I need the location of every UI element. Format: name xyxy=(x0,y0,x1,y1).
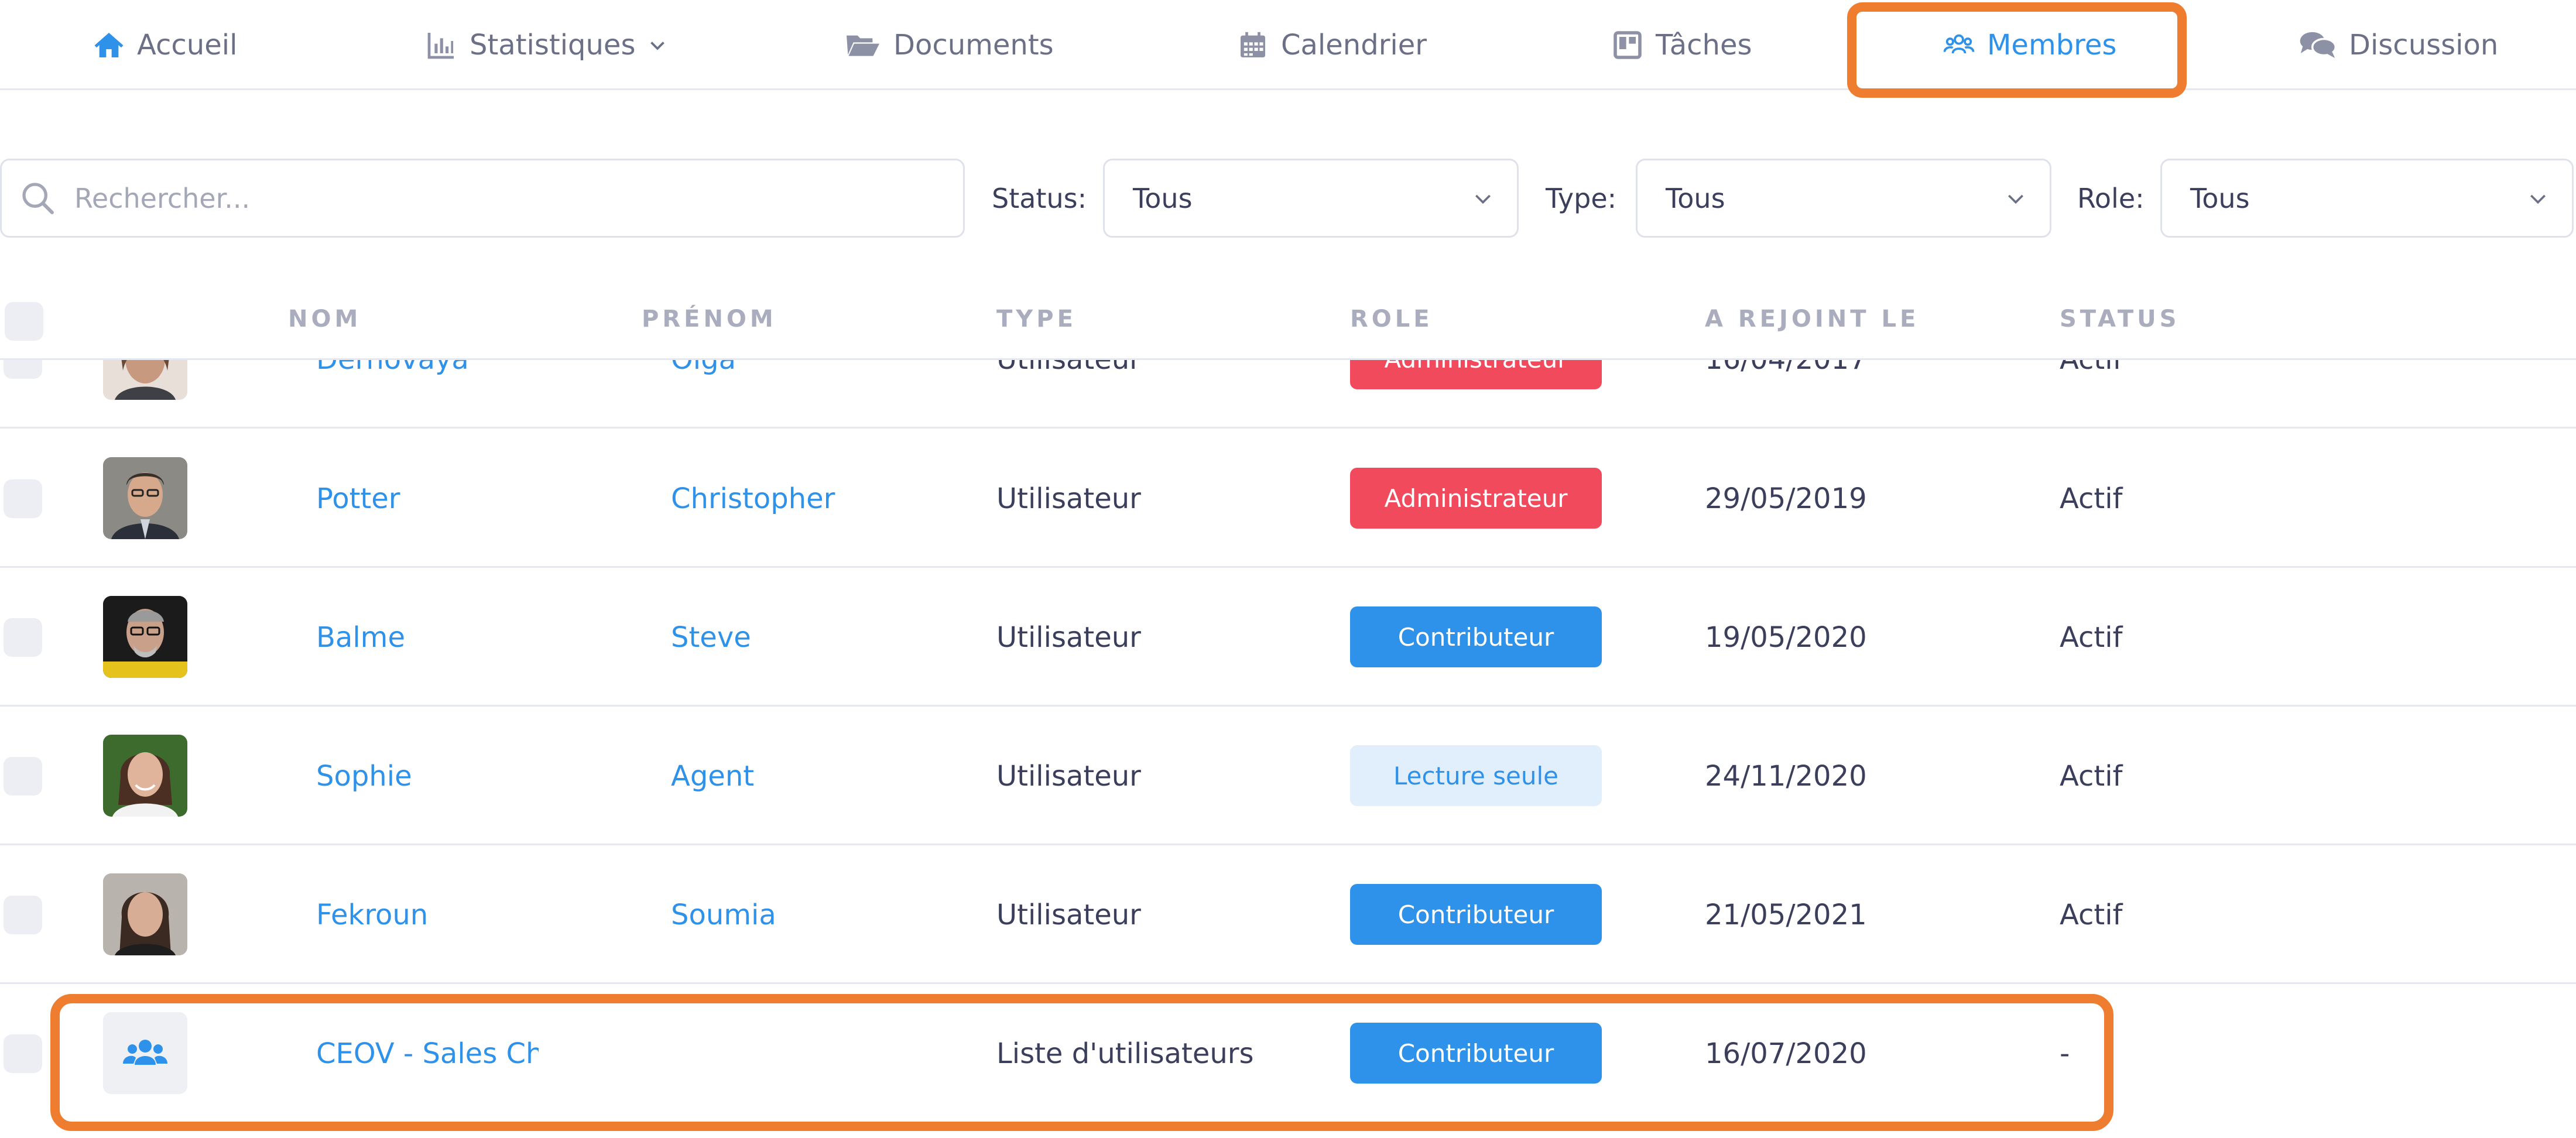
member-joined-date: 16/04/2017 xyxy=(1705,360,1867,429)
tab-label: Statistiques xyxy=(470,29,636,61)
status-filter-label: Status: xyxy=(992,182,1087,214)
tab-accueil[interactable]: Accueil xyxy=(93,0,237,90)
bar-chart-icon xyxy=(425,29,458,61)
group-row-highlight xyxy=(50,994,2113,1131)
tab-discussion[interactable]: Discussion xyxy=(2298,0,2498,90)
header-nom[interactable]: NOM xyxy=(288,287,361,351)
table-header: NOM PRÉNOM TYPE ROLE A REJOINT LE STATUS xyxy=(0,287,2576,360)
member-type: Utilisateur xyxy=(996,759,1141,793)
status-select-value: Tous xyxy=(1133,182,1193,214)
member-status: Actif xyxy=(2060,482,2123,515)
member-type: Utilisateur xyxy=(996,621,1141,654)
member-firstname[interactable]: Olga xyxy=(671,360,736,429)
tab-label: Calendrier xyxy=(1281,29,1427,61)
member-joined-date: 19/05/2020 xyxy=(1705,621,1867,654)
type-select[interactable]: Tous xyxy=(1636,159,2051,238)
member-firstname[interactable]: Steve xyxy=(671,568,751,707)
select-all-checkbox[interactable] xyxy=(5,302,43,341)
chevron-down-icon xyxy=(2530,194,2546,204)
member-status: Actif xyxy=(2060,759,2123,793)
row-checkbox[interactable] xyxy=(4,757,42,796)
status-select[interactable]: Tous xyxy=(1103,159,1519,238)
folder-open-icon xyxy=(844,29,882,61)
role-select[interactable]: Tous xyxy=(2160,159,2574,238)
main-nav: Accueil Statistiques Documents Calendrie… xyxy=(0,0,2576,90)
table-row[interactable]: Balme Steve Utilisateur Contributeur 19/… xyxy=(0,568,2576,707)
header-type[interactable]: TYPE xyxy=(996,287,1077,351)
member-type: Utilisateur xyxy=(996,360,1141,429)
member-status: Actif xyxy=(2060,898,2123,931)
member-lastname[interactable]: Sophie xyxy=(316,707,412,845)
role-select-value: Tous xyxy=(2190,182,2250,214)
role-badge[interactable]: Administrateur xyxy=(1350,468,1602,529)
role-badge[interactable]: Contributeur xyxy=(1350,606,1602,667)
tab-documents[interactable]: Documents xyxy=(844,0,1054,90)
tab-calendrier[interactable]: Calendrier xyxy=(1236,0,1427,90)
active-tab-highlight xyxy=(1847,2,2187,98)
tab-label: Documents xyxy=(893,29,1054,61)
table-row[interactable]: Sophie Agent Utilisateur Lecture seule 2… xyxy=(0,707,2576,845)
task-board-icon xyxy=(1611,29,1644,61)
member-joined-date: 21/05/2021 xyxy=(1705,898,1867,931)
tab-taches[interactable]: Tâches xyxy=(1611,0,1752,90)
member-lastname[interactable]: Potter xyxy=(316,429,400,568)
search-input[interactable] xyxy=(74,182,894,214)
tab-label: Tâches xyxy=(1656,29,1752,61)
member-lastname[interactable]: Balme xyxy=(316,568,405,707)
table-row[interactable]: Potter Christopher Utilisateur Administr… xyxy=(0,429,2576,568)
calendar-icon xyxy=(1236,29,1269,61)
row-checkbox[interactable] xyxy=(4,896,42,934)
tab-label: Discussion xyxy=(2349,29,2499,61)
row-checkbox[interactable] xyxy=(4,479,42,518)
member-status: Actif xyxy=(2060,621,2123,654)
search-box[interactable] xyxy=(0,159,965,238)
role-filter-label: Role: xyxy=(2077,182,2145,214)
header-joined[interactable]: A REJOINT LE xyxy=(1705,287,1919,351)
tab-statistiques[interactable]: Statistiques xyxy=(425,0,668,90)
member-joined-date: 24/11/2020 xyxy=(1705,759,1867,793)
header-role[interactable]: ROLE xyxy=(1350,287,1433,351)
role-badge[interactable]: Contributeur xyxy=(1350,884,1602,945)
header-prenom[interactable]: PRÉNOM xyxy=(642,287,777,351)
header-status[interactable]: STATUS xyxy=(2060,287,2180,351)
member-firstname[interactable]: Soumia xyxy=(671,845,776,984)
chevron-down-icon xyxy=(2008,194,2023,204)
member-firstname[interactable]: Agent xyxy=(671,707,754,845)
row-checkbox[interactable] xyxy=(4,360,42,379)
type-filter-label: Type: xyxy=(1546,182,1617,214)
row-checkbox[interactable] xyxy=(4,1034,42,1073)
chevron-down-icon xyxy=(1475,194,1491,204)
avatar xyxy=(103,596,187,678)
comments-icon xyxy=(2298,29,2337,61)
tab-label: Accueil xyxy=(137,29,238,61)
type-select-value: Tous xyxy=(1666,182,1725,214)
member-lastname[interactable]: Dernovaya xyxy=(316,360,469,429)
member-joined-date: 29/05/2019 xyxy=(1705,482,1867,515)
member-status: Actif xyxy=(2060,360,2122,429)
member-firstname[interactable]: Christopher xyxy=(671,429,835,568)
role-badge[interactable]: Administrateur xyxy=(1350,360,1602,389)
home-icon xyxy=(93,29,125,61)
search-icon xyxy=(19,180,57,217)
avatar xyxy=(103,735,187,817)
row-checkbox[interactable] xyxy=(4,618,42,657)
table-row[interactable]: Dernovaya Olga Utilisateur Administrateu… xyxy=(0,360,2576,429)
member-type: Utilisateur xyxy=(996,482,1141,515)
avatar xyxy=(103,873,187,955)
avatar xyxy=(103,457,187,539)
chevron-down-icon xyxy=(647,35,668,56)
table-row[interactable]: Fekroun Soumia Utilisateur Contributeur … xyxy=(0,845,2576,984)
avatar xyxy=(103,360,187,400)
member-lastname[interactable]: Fekroun xyxy=(316,845,428,984)
role-badge[interactable]: Lecture seule xyxy=(1350,745,1602,806)
member-type: Utilisateur xyxy=(996,898,1141,931)
